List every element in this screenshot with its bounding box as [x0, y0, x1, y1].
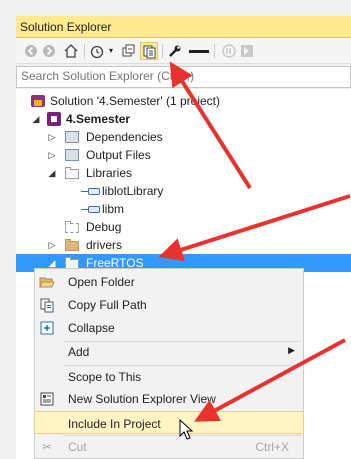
menu-item-cut[interactable]: ✂ Cut Ctrl+X	[35, 435, 303, 458]
tree-item-debug[interactable]: Debug	[16, 218, 351, 236]
clock-icon	[90, 45, 104, 59]
menu-item-shortcut: Ctrl+X	[255, 440, 289, 454]
folder-icon	[64, 237, 80, 253]
chevron-down-icon: ▾	[108, 46, 113, 55]
toolbar-separator	[84, 44, 85, 58]
menu-item-label: Add	[68, 345, 90, 359]
solution-explorer-toolbar: ▾	[16, 38, 351, 64]
collapse-all-button[interactable]	[119, 42, 137, 60]
menu-item-scope-to-this[interactable]: Scope to This	[35, 365, 303, 388]
menu-item-label: Copy Full Path	[68, 298, 147, 312]
collapse-arrow-icon[interactable]: ▷	[46, 130, 58, 144]
view-code-button[interactable]	[220, 42, 238, 60]
folder-open-icon	[64, 165, 80, 181]
output-files-icon	[64, 147, 80, 163]
solution-icon	[30, 93, 46, 109]
submenu-arrow-icon: ▶	[288, 345, 295, 355]
designer-icon	[241, 45, 253, 57]
tree-item-solution[interactable]: Solution '4.Semester' (1 project)	[16, 92, 351, 110]
collapse-arrow-icon[interactable]: ▷	[46, 238, 58, 252]
show-all-files-button[interactable]	[140, 42, 158, 60]
tree-item-label: Debug	[86, 220, 122, 234]
preview-icon	[189, 50, 209, 53]
menu-item-include-in-project[interactable]: Include In Project	[34, 411, 304, 434]
menu-item-label: Include In Project	[68, 417, 161, 431]
menu-item-label: Scope to This	[68, 370, 142, 384]
expand-arrow-icon[interactable]: ◢	[30, 112, 42, 126]
code-view-icon	[222, 44, 236, 58]
tree-item-project[interactable]: ◢ 4.Semester	[16, 110, 351, 128]
search-box[interactable]	[16, 66, 351, 88]
preview-selected-items-button[interactable]	[188, 42, 210, 60]
menu-item-open-folder[interactable]: Open Folder	[35, 270, 303, 293]
menu-item-add[interactable]: Add ▶	[35, 340, 303, 363]
tree-item-dependencies[interactable]: ▷ Dependencies	[16, 128, 351, 146]
toolbar-separator	[162, 44, 163, 58]
toolbar-separator	[214, 44, 215, 58]
scissors-icon: ✂	[41, 440, 53, 454]
back-button[interactable]	[22, 42, 40, 60]
forward-arrow-icon	[43, 45, 55, 57]
expand-arrow-icon[interactable]: ◢	[46, 166, 58, 180]
forward-button[interactable]	[40, 42, 58, 60]
show-all-files-icon	[143, 45, 156, 59]
tree-item-label: Dependencies	[86, 130, 163, 144]
tree-item-label: 4.Semester	[66, 112, 131, 126]
tree-item-label: Solution '4.Semester' (1 project)	[50, 94, 220, 108]
menu-item-label: Open Folder	[68, 275, 135, 289]
library-reference-icon	[81, 201, 102, 217]
view-designer-button[interactable]	[238, 42, 256, 60]
tree-item-label: libm	[102, 202, 125, 216]
folder-icon	[64, 219, 80, 235]
back-arrow-icon	[25, 45, 37, 57]
tree-item-output-files[interactable]: ▷ Output Files	[16, 146, 351, 164]
tree-item-label: Libraries	[86, 166, 133, 180]
menu-item-new-solution-explorer-view[interactable]: New Solution Explorer View	[35, 387, 303, 410]
dependencies-icon	[64, 129, 80, 145]
tree-item-label: liblotLibrary	[102, 184, 164, 198]
tree-item-drivers[interactable]: ▷ drivers	[16, 236, 351, 254]
menu-item-label: Collapse	[68, 321, 115, 335]
tree-item-libraries[interactable]: ◢ Libraries	[16, 164, 351, 182]
window-title: Solution Explorer	[20, 20, 112, 34]
home-icon	[64, 44, 78, 58]
menu-item-collapse[interactable]: Collapse	[35, 316, 303, 339]
tree-item-label: drivers	[86, 238, 123, 252]
tree-item-label: Output Files	[86, 148, 151, 162]
solution-explorer-titlebar: Solution Explorer	[16, 16, 351, 38]
pending-changes-dropdown[interactable]: ▾	[106, 42, 116, 60]
tree-item-liblotlibrary[interactable]: liblotLibrary	[16, 182, 351, 200]
context-menu: Open Folder Copy Full Path Collapse Add …	[34, 268, 304, 459]
properties-button[interactable]	[166, 42, 184, 60]
open-folder-icon	[39, 274, 55, 290]
menu-item-label: Cut	[68, 440, 87, 454]
menu-item-copy-full-path[interactable]: Copy Full Path	[35, 293, 303, 316]
library-reference-icon	[81, 183, 102, 199]
collapse-arrow-icon[interactable]: ▷	[46, 148, 58, 162]
tree-item-libm[interactable]: libm	[16, 200, 351, 218]
copy-icon	[39, 297, 55, 313]
collapse-plus-icon	[39, 320, 55, 336]
home-button[interactable]	[62, 42, 80, 60]
new-view-icon	[39, 391, 55, 407]
wrench-icon	[169, 45, 181, 57]
menu-item-label: New Solution Explorer View	[68, 392, 216, 406]
project-icon	[46, 111, 62, 127]
collapse-all-icon	[122, 44, 135, 57]
pending-changes-filter-button[interactable]	[88, 42, 106, 60]
search-input[interactable]	[17, 67, 341, 85]
